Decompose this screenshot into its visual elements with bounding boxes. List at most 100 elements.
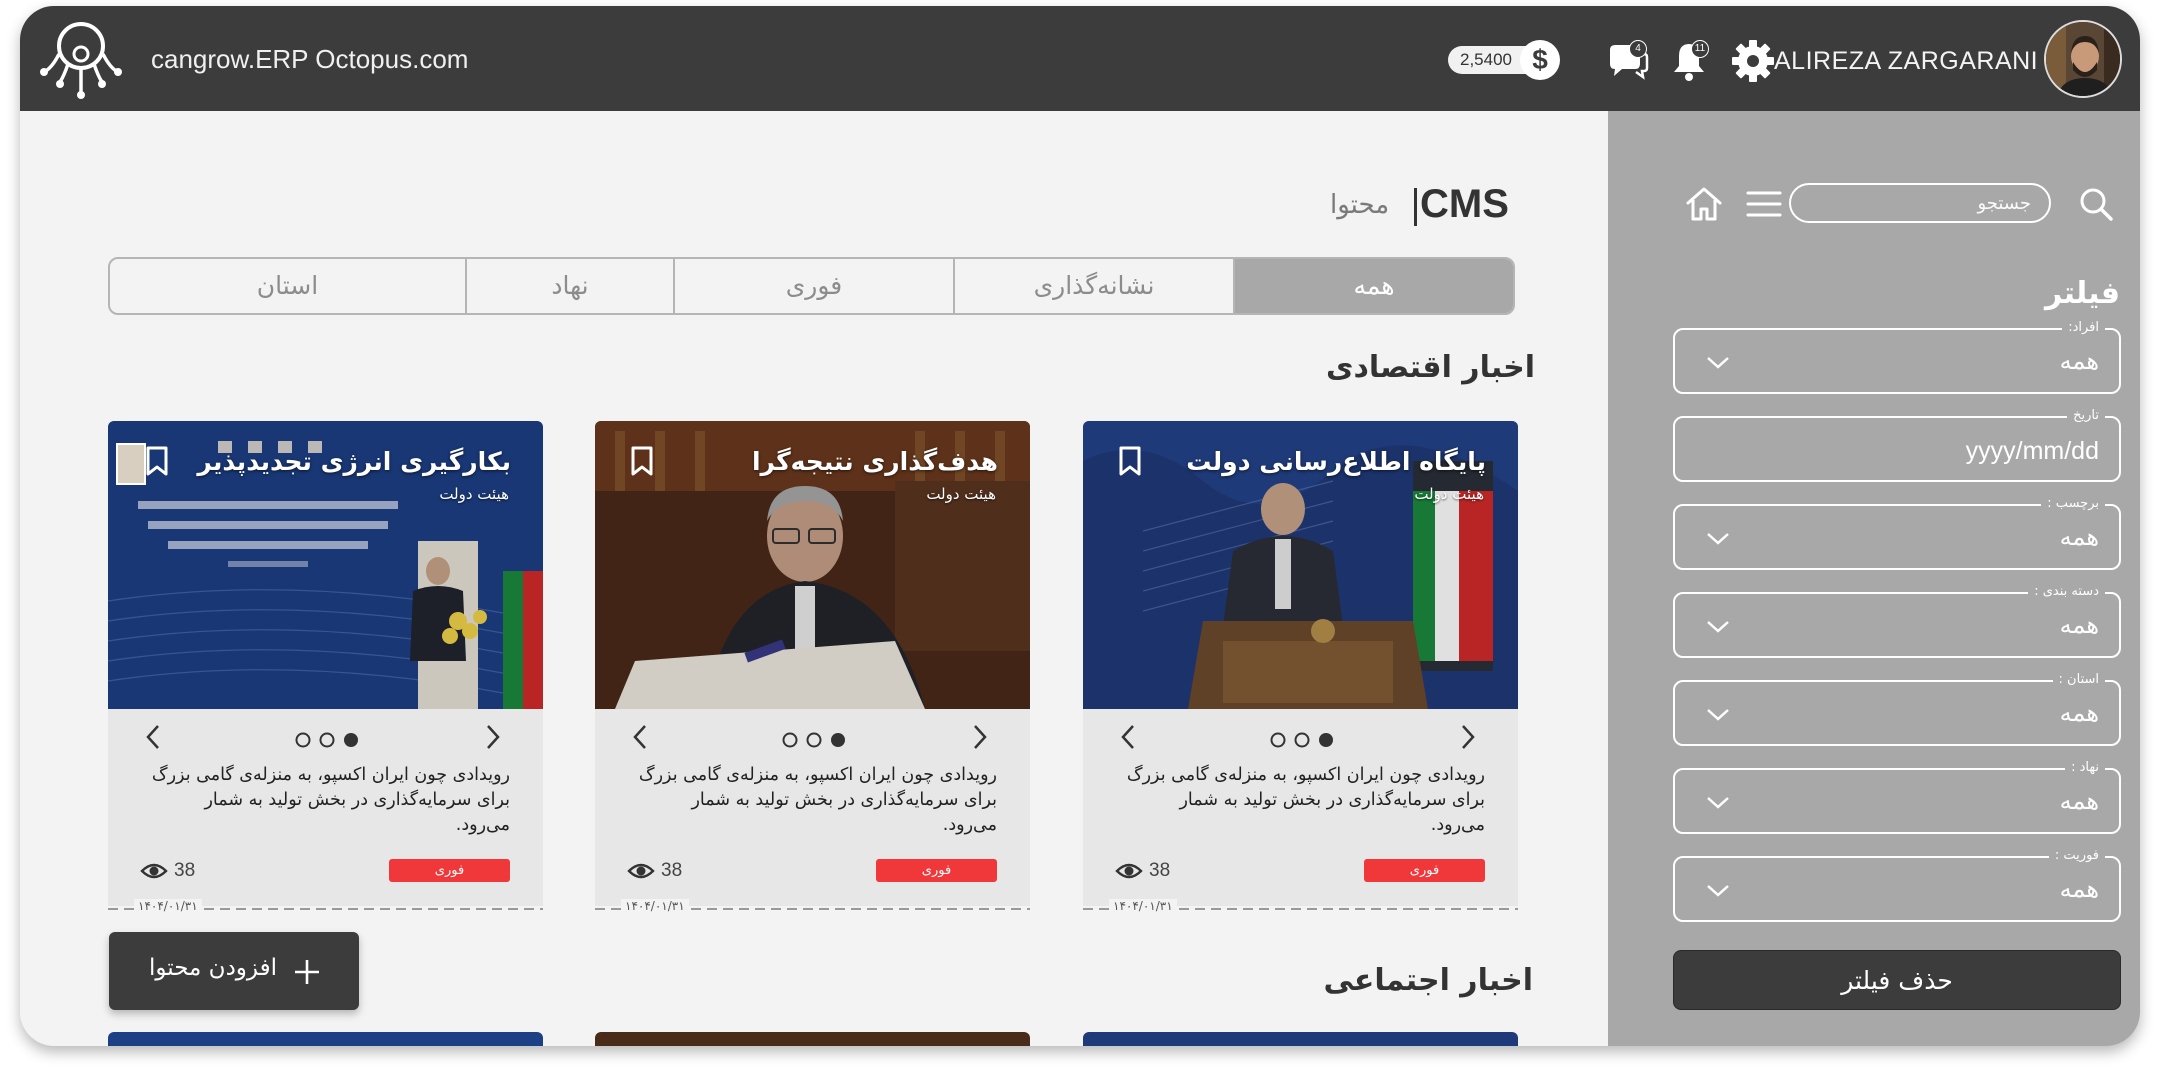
news-card-peek[interactable] [1083, 1032, 1518, 1046]
views-number: 38 [661, 860, 683, 881]
add-content-label: افزودن محتوا [148, 955, 277, 981]
news-source: هیئت دولت [926, 485, 996, 503]
news-card-peek[interactable] [108, 1032, 543, 1046]
search-input[interactable] [1789, 183, 2051, 223]
filter-title: فیلتر [2044, 276, 2120, 311]
views-count: 38 [1115, 860, 1170, 886]
page-title: CMS [1420, 182, 1509, 226]
chevron-right-icon[interactable] [971, 723, 989, 751]
search-icon[interactable] [2076, 184, 2116, 224]
field-value: همه [2059, 787, 2099, 815]
add-content-button[interactable]: افزودن محتوا [109, 932, 359, 1010]
page-subtitle: محتوا [1330, 190, 1390, 220]
content-tabs: همه نشانه‌گذاری فوری نهاد استان [108, 257, 1515, 315]
news-source: هیئت دولت [1414, 485, 1484, 503]
news-image: بکارگیری انرژی تجدیدپذیر هیئت دولت [108, 421, 543, 709]
carousel-dots[interactable] [781, 731, 851, 749]
news-date: ۱۴۰۴/۰۱/۳۱ [1109, 899, 1177, 913]
plus-icon [295, 960, 319, 984]
gear-icon[interactable] [1730, 38, 1776, 84]
tab-urgent[interactable]: فوری [673, 259, 953, 313]
tab-bookmarked[interactable]: نشانه‌گذاری [953, 259, 1233, 313]
filter-date-field[interactable]: تاریخ yyyy/mm/dd [1673, 408, 2121, 482]
news-source: هیئت دولت [439, 485, 509, 503]
tab-province[interactable]: استان [110, 259, 465, 313]
field-label: تاریخ [2067, 408, 2105, 424]
filter-tag-select[interactable]: برچسب : همه [1673, 496, 2121, 570]
top-bar: cangrow.ERP Octopus.com 2,5400 $ 4 11 AL… [20, 6, 2140, 111]
octopus-logo-icon[interactable] [38, 16, 124, 102]
news-date: ۱۴۰۴/۰۱/۳۱ [134, 899, 202, 913]
urgent-badge: فوری [1364, 859, 1485, 882]
filter-urgency-select[interactable]: فوریت : همه [1673, 848, 2121, 922]
section-title-social: اخبار اجتماعی [1323, 963, 1533, 998]
news-title: پایگاه اطلاع‌رسانی دولت [1186, 447, 1486, 476]
filter-province-select[interactable]: استان : همه [1673, 672, 2121, 746]
field-value: همه [2059, 523, 2099, 551]
field-value: همه [2059, 347, 2099, 375]
filter-category-select[interactable]: دسته بندی : همه [1673, 584, 2121, 658]
chevron-right-icon[interactable] [1459, 723, 1477, 751]
dollar-icon[interactable]: $ [1520, 40, 1560, 80]
chevron-left-icon[interactable] [1119, 723, 1137, 751]
app-window: cangrow.ERP Octopus.com 2,5400 $ 4 11 AL… [20, 6, 2140, 1046]
bookmark-icon[interactable] [629, 445, 655, 477]
eye-icon [627, 863, 655, 879]
tab-all[interactable]: همه [1233, 259, 1513, 313]
urgent-badge: فوری [389, 859, 510, 882]
messages-badge: 4 [1629, 40, 1647, 58]
field-label: دسته بندی : [2028, 584, 2105, 600]
chevron-down-icon [1707, 709, 1729, 721]
news-summary: رویدادی چون ایران اکسپو، به منزله‌ی گامی… [1126, 765, 1485, 835]
carousel-dots[interactable] [294, 731, 364, 749]
filter-institution-select[interactable]: نهاد : همه [1673, 760, 2121, 834]
news-card[interactable]: پایگاه اطلاع‌رسانی دولت هیئت دولت رویداد… [1083, 421, 1518, 913]
field-label: استان : [2052, 672, 2105, 688]
avatar[interactable] [2044, 20, 2122, 98]
news-image: پایگاه اطلاع‌رسانی دولت هیئت دولت [1083, 421, 1518, 709]
field-value: yyyy/mm/dd [1965, 437, 2099, 465]
chevron-left-icon[interactable] [144, 723, 162, 751]
news-card-peek[interactable] [595, 1032, 1030, 1046]
news-date: ۱۴۰۴/۰۱/۳۱ [621, 899, 689, 913]
news-image: هدف‌گذاری نتیجه‌گرا هیئت دولت [595, 421, 1030, 709]
thumbnail-portrait [116, 443, 146, 485]
views-count: 38 [140, 860, 195, 886]
news-summary: رویدادی چون ایران اکسپو، به منزله‌ی گامی… [151, 765, 510, 835]
section-title-economic: اخبار اقتصادی [1325, 350, 1535, 385]
brand-name: cangrow.ERP Octopus.com [151, 44, 469, 74]
clear-filter-button[interactable]: حذف فیلتر [1673, 950, 2121, 1010]
news-card[interactable]: بکارگیری انرژی تجدیدپذیر هیئت دولت رویدا… [108, 421, 543, 913]
chevron-down-icon [1707, 885, 1729, 897]
carousel-dots[interactable] [1269, 731, 1339, 749]
urgent-badge: فوری [876, 859, 997, 882]
user-name[interactable]: ALIREZA ZARGARANI [1774, 47, 2038, 76]
bookmark-icon[interactable] [144, 445, 170, 477]
eye-icon [1115, 863, 1143, 879]
menu-icon[interactable] [1746, 189, 1782, 219]
title-divider [1414, 188, 1417, 226]
chevron-down-icon [1707, 533, 1729, 545]
field-value: همه [2059, 699, 2099, 727]
field-label: برچسب : [2041, 496, 2105, 512]
news-summary: رویدادی چون ایران اکسپو، به منزله‌ی گامی… [638, 765, 997, 835]
field-value: همه [2059, 611, 2099, 639]
home-icon[interactable] [1684, 184, 1724, 224]
eye-icon [140, 863, 168, 879]
news-title: بکارگیری انرژی تجدیدپذیر [197, 447, 511, 476]
field-label: نهاد : [2065, 760, 2105, 776]
chevron-down-icon [1707, 621, 1729, 633]
filter-people-select[interactable]: افراد: همه [1673, 320, 2121, 394]
chevron-right-icon[interactable] [484, 723, 502, 751]
views-number: 38 [174, 860, 196, 881]
notifications-badge: 11 [1691, 40, 1709, 58]
field-label: فوریت : [2048, 848, 2105, 864]
chevron-down-icon [1707, 797, 1729, 809]
tab-institution[interactable]: نهاد [465, 259, 673, 313]
bookmark-icon[interactable] [1117, 445, 1143, 477]
field-label: افراد: [2062, 320, 2105, 336]
field-value: همه [2059, 875, 2099, 903]
news-card[interactable]: هدف‌گذاری نتیجه‌گرا هیئت دولت رویدادی چو… [595, 421, 1030, 913]
chevron-down-icon [1707, 357, 1729, 369]
chevron-left-icon[interactable] [631, 723, 649, 751]
